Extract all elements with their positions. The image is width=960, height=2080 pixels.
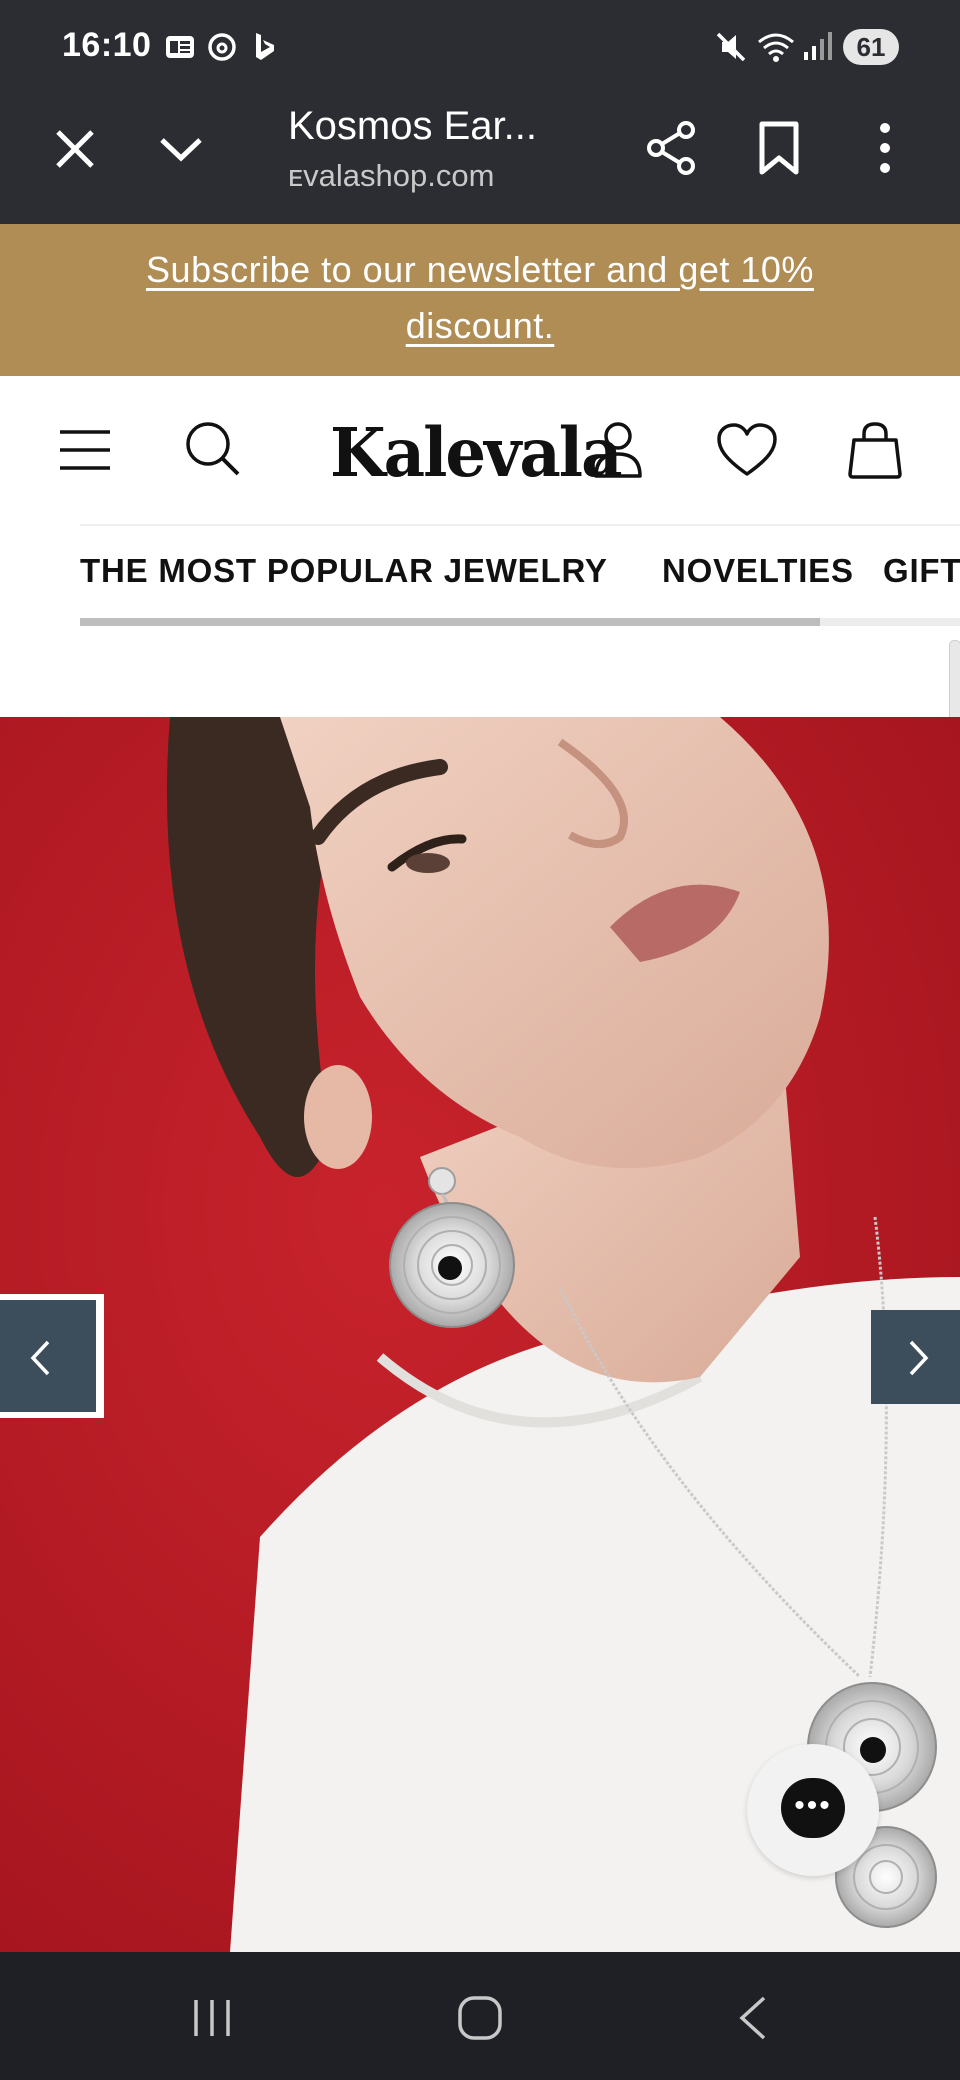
carousel-prev-face [0, 1300, 96, 1412]
carousel-next-button[interactable] [871, 1310, 960, 1404]
mute-icon [716, 32, 746, 62]
nav-item-gift[interactable]: GIFT [883, 552, 960, 590]
chat-icon: ••• [781, 1778, 845, 1838]
account-icon[interactable] [592, 420, 644, 480]
close-icon[interactable] [48, 122, 102, 176]
carousel-prev-button[interactable] [0, 1294, 104, 1418]
status-time: 16:10 [62, 26, 152, 64]
cart-icon[interactable] [846, 420, 904, 480]
nav-item-most-popular[interactable]: THE MOST POPULAR JEWELRY [80, 552, 608, 590]
newsletter-banner: Subscribe to our newsletter and get 10% … [0, 224, 960, 376]
page-domain[interactable]: ᴇvalashop.com [288, 158, 494, 194]
category-nav: THE MOST POPULAR JEWELRY NOVELTIES GIFT [80, 524, 960, 630]
wifi-icon [758, 33, 794, 62]
kalevala-logo[interactable]: Kalevala [330, 414, 623, 493]
site-header: Kalevala [0, 376, 960, 526]
chevron-down-icon[interactable] [154, 122, 208, 176]
search-icon[interactable] [184, 420, 242, 478]
page-title[interactable]: Kosmos Ear... [288, 104, 537, 149]
home-icon[interactable] [456, 1994, 504, 2042]
chat-button[interactable]: ••• [747, 1744, 879, 1876]
nav-scrollbar-thumb[interactable] [80, 618, 820, 626]
more-vert-icon[interactable] [870, 118, 900, 178]
browser-toolbar: Kosmos Ear... ᴇvalashop.com [0, 96, 960, 224]
bookmark-icon[interactable] [756, 120, 802, 178]
bing-icon [256, 33, 274, 60]
newsletter-link[interactable]: Subscribe to our newsletter and get 10% … [80, 242, 880, 354]
recents-icon[interactable] [190, 1996, 234, 2040]
wishlist-icon[interactable] [716, 422, 778, 478]
threads-icon [208, 33, 236, 61]
share-icon[interactable] [644, 118, 700, 178]
chevron-left-icon [30, 1340, 50, 1376]
news-icon [166, 36, 194, 58]
menu-icon[interactable] [58, 428, 112, 472]
back-icon[interactable] [736, 1994, 770, 2042]
system-nav-bar [0, 1952, 960, 2080]
nav-item-novelties[interactable]: NOVELTIES [662, 552, 854, 590]
signal-icon [804, 32, 832, 60]
battery-indicator: 61 [843, 29, 899, 65]
chevron-right-icon [909, 1340, 929, 1376]
status-bar: 16:10 61 [0, 0, 960, 96]
